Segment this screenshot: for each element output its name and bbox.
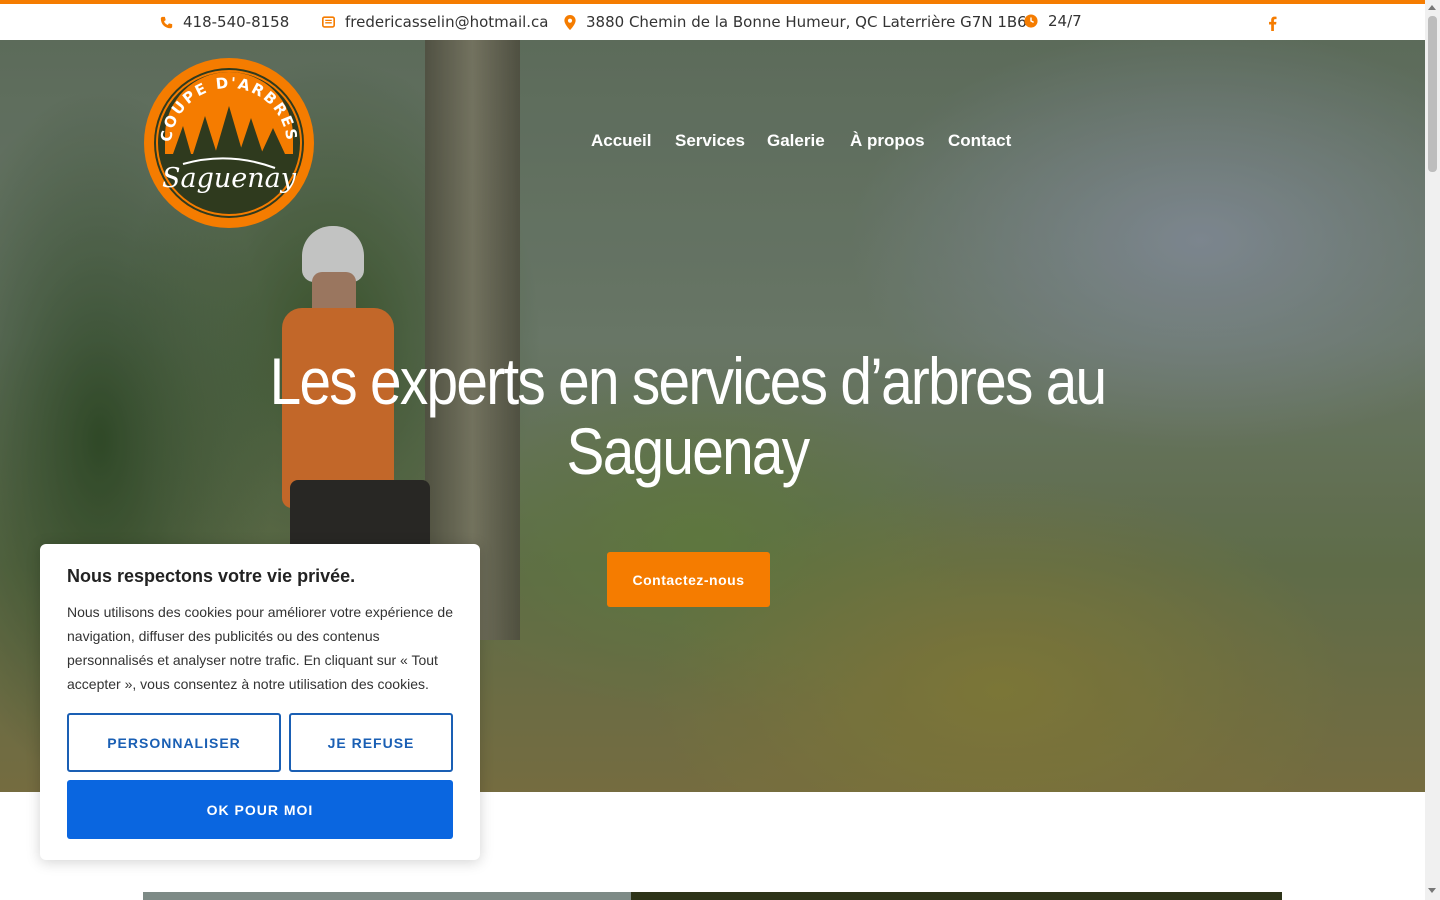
clock-icon [1024, 14, 1038, 28]
section-image-left [143, 892, 631, 900]
email-address: fredericasselin@hotmail.ca [345, 13, 549, 31]
scrollbar-thumb[interactable] [1428, 16, 1437, 172]
hero-title-line2: Saguenay [566, 414, 811, 488]
cookie-consent-dialog: Nous respectons votre vie privée. Nous u… [40, 544, 480, 860]
customize-button[interactable]: PERSONNALISER [67, 713, 281, 772]
phone-number: 418-540-8158 [183, 13, 290, 31]
phone-contact[interactable]: 418-540-8158 [160, 13, 289, 31]
page-scrollbar[interactable] [1425, 0, 1440, 900]
site-logo[interactable]: COUPE D'ARBRES Saguenay [143, 56, 315, 230]
nav-item-contact[interactable]: Contact [948, 131, 1011, 151]
address-text: 3880 Chemin de la Bonne Humeur, QC Later… [586, 13, 1027, 31]
section-image-right [631, 892, 1282, 900]
nav-item-a-propos[interactable]: À propos [850, 131, 925, 151]
cookie-title: Nous respectons votre vie privée. [67, 566, 356, 586]
refuse-button[interactable]: JE REFUSE [289, 713, 453, 772]
envelope-icon [322, 16, 335, 28]
address-info: 3880 Chemin de la Bonne Humeur, QC Later… [564, 13, 1027, 31]
scroll-up-arrow-icon[interactable] [1428, 5, 1436, 10]
accept-button[interactable]: OK POUR MOI [67, 780, 453, 839]
hero-title-line1: Les experts en services d’arbres au [269, 344, 1108, 418]
contact-us-button[interactable]: Contactez-nous [607, 552, 770, 607]
hours-text: 24/7 [1048, 12, 1082, 30]
email-contact[interactable]: fredericasselin@hotmail.ca [322, 13, 548, 31]
cookie-body: Nous utilisons des cookies pour améliore… [67, 604, 453, 692]
nav-item-services[interactable]: Services [675, 131, 745, 151]
scroll-down-arrow-icon[interactable] [1428, 888, 1436, 893]
nav-item-galerie[interactable]: Galerie [767, 131, 825, 151]
facebook-icon[interactable] [1268, 16, 1277, 31]
hours-info: 24/7 [1024, 12, 1082, 30]
logo-bottom-text: Saguenay [162, 163, 297, 194]
nav-item-accueil[interactable]: Accueil [591, 131, 651, 151]
hero-title: Les experts en services d’arbres au Sagu… [225, 346, 1150, 486]
phone-icon [160, 16, 173, 28]
map-pin-icon [564, 14, 576, 30]
top-info-bar: 418-540-8158 fredericasselin@hotmail.ca … [0, 0, 1425, 40]
